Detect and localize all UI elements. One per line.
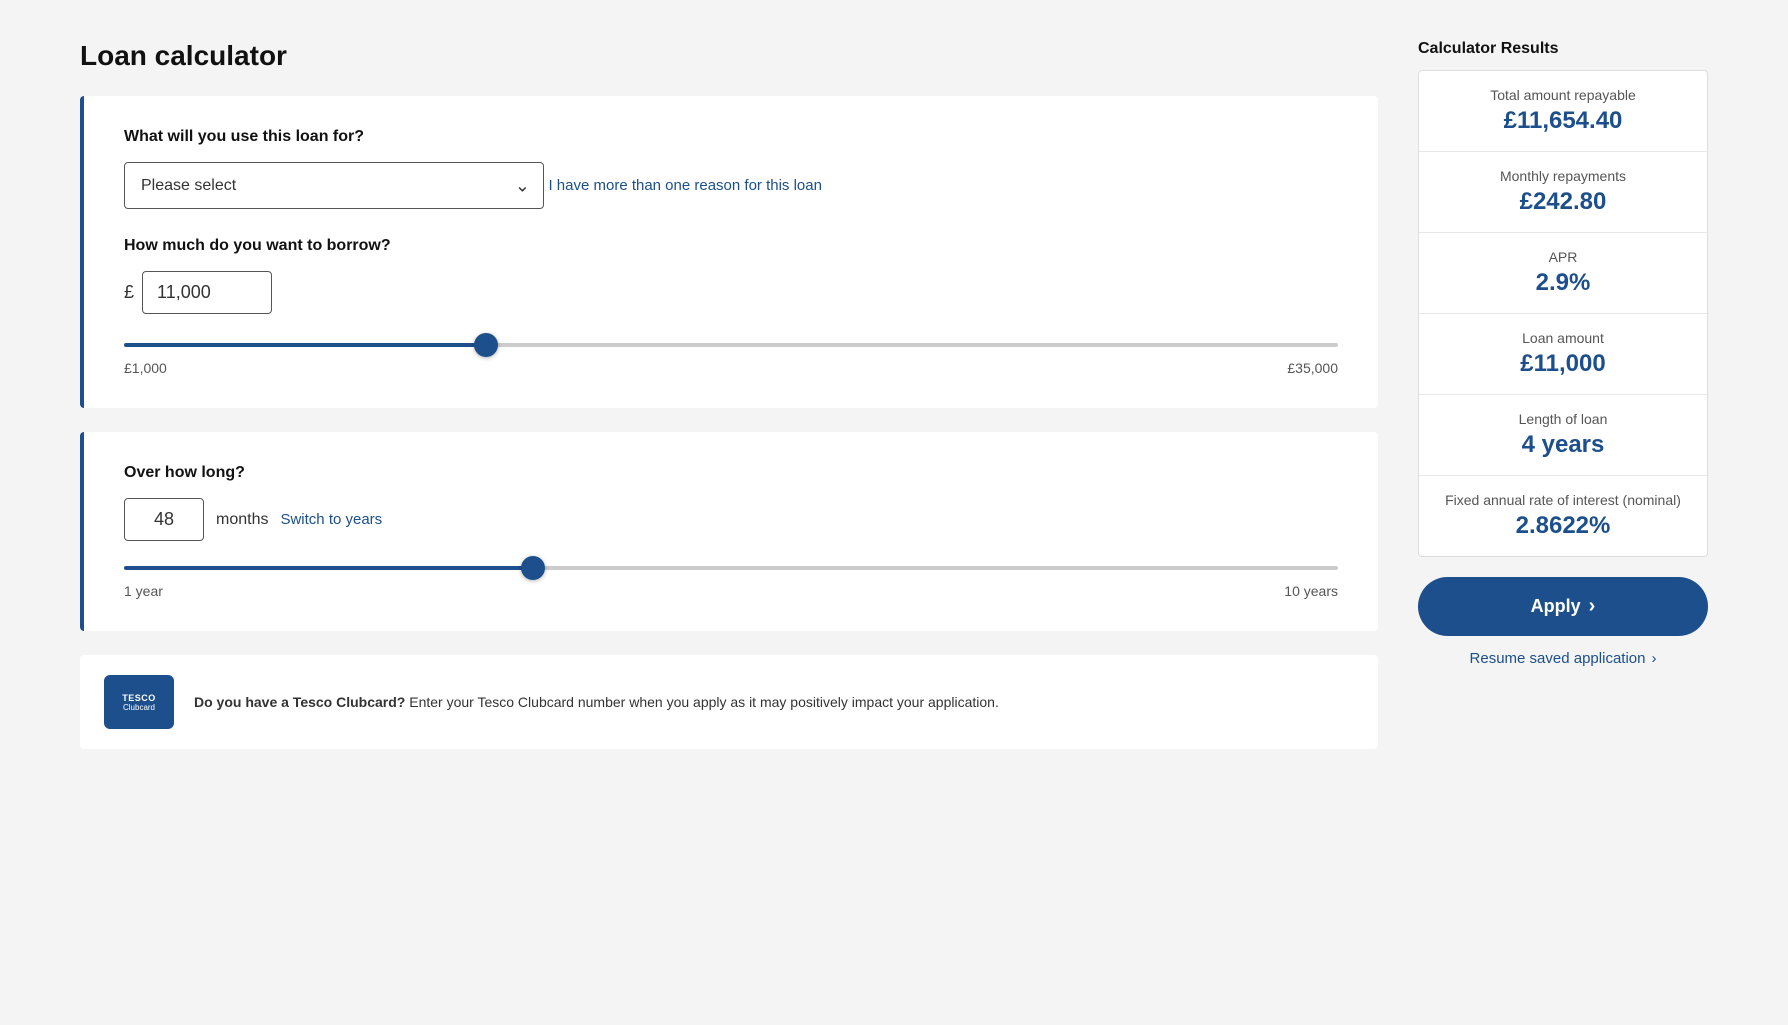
loan-amount-input[interactable]	[142, 271, 272, 314]
term-max-label: 10 years	[1284, 583, 1338, 599]
apr-row: APR 2.9%	[1419, 233, 1707, 314]
currency-symbol: £	[124, 282, 134, 303]
results-panel: Calculator Results Total amount repayabl…	[1418, 40, 1708, 749]
total-amount-label: Total amount repayable	[1439, 87, 1687, 103]
interest-value: 2.8622%	[1439, 512, 1687, 540]
months-row: months Switch to years	[124, 498, 1338, 541]
amount-input-row: £	[124, 271, 1338, 314]
apply-arrow-icon: ›	[1589, 595, 1596, 618]
loan-purpose-label: What will you use this loan for?	[124, 128, 1338, 146]
loan-purpose-select-wrapper: Please select Home improvements Car Debt…	[124, 162, 544, 209]
months-unit: months	[216, 511, 268, 529]
multi-reason-link[interactable]: I have more than one reason for this loa…	[548, 177, 822, 194]
term-min-label: 1 year	[124, 583, 163, 599]
clubcard-description: Do you have a Tesco Clubcard? Enter your…	[194, 692, 999, 713]
interest-rate-row: Fixed annual rate of interest (nominal) …	[1419, 476, 1707, 556]
term-slider-labels: 1 year 10 years	[124, 583, 1338, 599]
interest-label: Fixed annual rate of interest (nominal)	[1439, 492, 1687, 508]
monthly-value: £242.80	[1439, 188, 1687, 216]
loan-amount-row: Loan amount £11,000	[1419, 314, 1707, 395]
term-label: Over how long?	[124, 464, 1338, 482]
loan-min-label: £1,000	[124, 360, 167, 376]
term-card: Over how long? months Switch to years 1 …	[80, 432, 1378, 631]
term-slider[interactable]	[124, 566, 1338, 570]
resume-saved-application-link[interactable]: Resume saved application ›	[1418, 650, 1708, 667]
clubcard-logo-subtext: Clubcard	[123, 703, 155, 712]
clubcard-logo: TESCO Clubcard	[104, 675, 174, 729]
clubcard-banner: TESCO Clubcard Do you have a Tesco Clubc…	[80, 655, 1378, 749]
apply-label: Apply	[1531, 596, 1581, 617]
monthly-repayments-row: Monthly repayments £242.80	[1419, 152, 1707, 233]
tesco-logo-text: TESCO	[122, 693, 156, 703]
term-slider-container	[124, 557, 1338, 575]
loan-slider-labels: £1,000 £35,000	[124, 360, 1338, 376]
loan-amount-result-label: Loan amount	[1439, 330, 1687, 346]
loan-max-label: £35,000	[1287, 360, 1338, 376]
results-card: Total amount repayable £11,654.40 Monthl…	[1418, 70, 1708, 557]
apr-label: APR	[1439, 249, 1687, 265]
resume-arrow-icon: ›	[1651, 650, 1656, 667]
loan-length-row: Length of loan 4 years	[1419, 395, 1707, 476]
borrow-section: How much do you want to borrow? £ £1,000…	[124, 237, 1338, 376]
apr-value: 2.9%	[1439, 269, 1687, 297]
loan-length-label: Length of loan	[1439, 411, 1687, 427]
results-title: Calculator Results	[1418, 40, 1708, 58]
switch-to-years-link[interactable]: Switch to years	[280, 511, 382, 528]
total-amount-value: £11,654.40	[1439, 107, 1687, 135]
months-input[interactable]	[124, 498, 204, 541]
loan-amount-slider[interactable]	[124, 343, 1338, 347]
loan-purpose-select[interactable]: Please select Home improvements Car Debt…	[124, 162, 544, 209]
monthly-label: Monthly repayments	[1439, 168, 1687, 184]
loan-amount-result-value: £11,000	[1439, 350, 1687, 378]
loan-length-value: 4 years	[1439, 431, 1687, 459]
resume-label: Resume saved application	[1470, 650, 1646, 667]
clubcard-bold-text: Do you have a Tesco Clubcard?	[194, 694, 405, 710]
total-amount-row: Total amount repayable £11,654.40	[1419, 71, 1707, 152]
loan-purpose-card: What will you use this loan for? Please …	[80, 96, 1378, 408]
clubcard-normal-text: Enter your Tesco Clubcard number when yo…	[409, 694, 999, 710]
apply-button[interactable]: Apply ›	[1418, 577, 1708, 636]
loan-slider-container	[124, 334, 1338, 352]
page-title: Loan calculator	[80, 40, 1378, 72]
borrow-label: How much do you want to borrow?	[124, 237, 1338, 255]
